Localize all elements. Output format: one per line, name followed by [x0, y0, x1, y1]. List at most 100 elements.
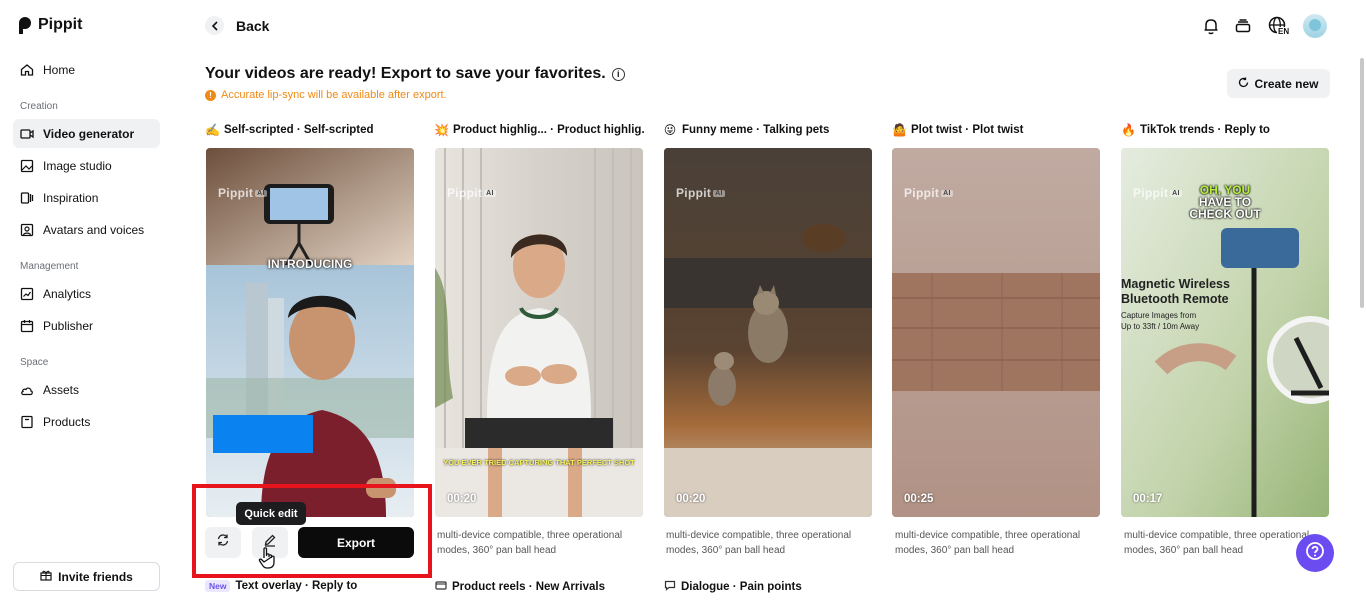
sidebar-item-avatars-and-voices[interactable]: Avatars and voices [13, 215, 160, 244]
fire-icon: 🔥 [1121, 123, 1136, 137]
video-overlay-text: INTRODUCING [267, 257, 353, 271]
laughing-face-icon: 😜 [663, 123, 677, 137]
scrollbar[interactable] [1360, 58, 1364, 308]
sidebar-item-label: Video generator [43, 126, 135, 141]
sparkle-burst-icon: 💥 [434, 123, 449, 137]
app-logo[interactable]: Pippit [19, 16, 82, 34]
sidebar-item-analytics[interactable]: Analytics [13, 279, 160, 308]
sidebar: Pippit Home Creation Video generator Ima… [0, 0, 172, 600]
create-new-button[interactable]: Create new [1227, 69, 1330, 98]
product-reels-icon [435, 580, 447, 594]
gift-icon [40, 569, 52, 584]
inspiration-icon [20, 191, 34, 205]
help-button[interactable] [1296, 534, 1334, 572]
home-icon [20, 63, 34, 77]
sidebar-item-label: Inspiration [43, 190, 99, 205]
sidebar-item-label: Products [43, 414, 91, 429]
warning-text: Accurate lip-sync will be available afte… [221, 89, 447, 101]
product-box-icon [20, 415, 34, 429]
video-description: multi-device compatible, three operation… [895, 530, 1081, 556]
video-thumbnail[interactable]: Pippit AI OH, YOU HAVE TO CHECK OUT Magne… [1121, 148, 1329, 517]
analytics-icon [20, 287, 34, 301]
invite-label: Invite friends [58, 569, 133, 584]
sidebar-item-assets[interactable]: Assets [13, 375, 160, 404]
video-thumbnail[interactable]: Pippit AI 00:25 [892, 148, 1100, 517]
sidebar-item-image-studio[interactable]: Image studio [13, 151, 160, 180]
video-thumbnail[interactable]: Pippit AI YOU EVER TRIED CAPTURING THAT P… [435, 148, 643, 517]
globe-language-icon[interactable]: EN [1265, 16, 1291, 36]
video-card-title: 🔥 TikTok trends · Reply to [1121, 123, 1270, 137]
video-duration: 00:17 [1133, 493, 1163, 505]
hand-cursor-icon [258, 546, 278, 575]
calendar-icon [20, 319, 34, 333]
page-title: Your videos are ready! Export to save yo… [205, 65, 625, 83]
video-card-title: ✍️ Self-scripted · Self-scripted [205, 123, 374, 137]
pippit-logo-icon [19, 16, 33, 34]
video-overlay-text: OH, YOU HAVE TO CHECK OUT [1189, 183, 1261, 221]
pippit-watermark: Pippit AI [218, 186, 267, 200]
back-label: Back [236, 17, 270, 34]
shrug-person-icon: 🤷 [892, 123, 907, 137]
lip-sync-warning: ! Accurate lip-sync will be available af… [205, 89, 447, 101]
pippit-watermark: Pippit AI [676, 186, 725, 200]
video-card-title: 💥 Product highlig... · Product highlig..… [434, 123, 644, 137]
sidebar-item-label: Image studio [43, 158, 112, 173]
quick-edit-tooltip: Quick edit [236, 502, 306, 525]
app-name: Pippit [38, 16, 83, 33]
video-preview-image [206, 148, 414, 517]
warning-icon: ! [205, 89, 216, 101]
video-card-title: 🤷 Plot twist · Plot twist [892, 123, 1024, 137]
video-thumbnail[interactable]: Pippit AI 00:20 [664, 148, 872, 517]
video-preview-image [664, 148, 872, 517]
dialogue-icon [664, 580, 676, 594]
top-right-toolbar: EN [1201, 14, 1327, 38]
back-link[interactable]: Back [205, 16, 269, 35]
sidebar-item-label: Assets [43, 382, 80, 397]
info-icon[interactable]: i [611, 67, 625, 81]
sidebar-item-label: Avatars and voices [43, 222, 145, 237]
user-avatar[interactable] [1303, 14, 1327, 38]
image-studio-icon [20, 159, 34, 173]
video-card-title: New Text overlay · Reply to [205, 580, 357, 592]
avatar-voice-icon [20, 223, 34, 237]
video-subtitle: YOU EVER TRIED CAPTURING THAT PERFECT SH… [443, 458, 635, 467]
video-description: multi-device compatible, three operation… [666, 530, 852, 556]
pippit-watermark: Pippit AI [904, 186, 953, 200]
section-label-management: Management [20, 261, 79, 272]
new-badge: New [205, 580, 231, 592]
chevron-left-icon[interactable] [205, 16, 224, 35]
pippit-watermark: Pippit AI [447, 186, 496, 200]
video-thumbnail[interactable]: Pippit AI INTRODUCING [206, 148, 414, 517]
sidebar-item-label: Publisher [43, 318, 94, 333]
bell-icon[interactable] [1201, 16, 1221, 36]
video-preview-image [892, 148, 1100, 517]
sidebar-item-publisher[interactable]: Publisher [13, 311, 160, 340]
sidebar-item-inspiration[interactable]: Inspiration [13, 183, 160, 212]
video-card-title: 😜 Funny meme · Talking pets [663, 123, 830, 137]
export-button[interactable]: Export [298, 527, 414, 558]
video-duration: 00:20 [447, 493, 477, 505]
refresh-icon [1238, 77, 1249, 91]
video-duration: 00:25 [904, 493, 934, 505]
refresh-icon [216, 533, 230, 552]
sidebar-item-video-generator[interactable]: Video generator [13, 119, 160, 148]
question-mark-icon [1305, 541, 1325, 566]
video-description: multi-device compatible, three operation… [1124, 530, 1310, 556]
sidebar-item-products[interactable]: Products [13, 407, 160, 436]
cloud-icon [20, 383, 34, 397]
create-new-label: Create new [1254, 76, 1319, 91]
video-card-title: Dialogue · Pain points [664, 580, 802, 594]
product-text: Magnetic Wireless Bluetooth Remote Captu… [1121, 277, 1230, 331]
sidebar-item-label: Home [43, 62, 76, 77]
video-duration: 00:20 [676, 493, 706, 505]
regenerate-button[interactable] [205, 527, 241, 558]
section-label-space: Space [20, 357, 49, 368]
headline-text: Your videos are ready! Export to save yo… [205, 65, 606, 82]
writing-hand-icon: ✍️ [205, 123, 220, 137]
credits-stack-icon[interactable] [1233, 16, 1253, 36]
invite-friends-button[interactable]: Invite friends [13, 562, 160, 591]
video-generator-icon [20, 127, 34, 141]
sidebar-item-home[interactable]: Home [13, 55, 160, 84]
section-label-creation: Creation [20, 101, 58, 112]
language-code: EN [1277, 27, 1291, 36]
